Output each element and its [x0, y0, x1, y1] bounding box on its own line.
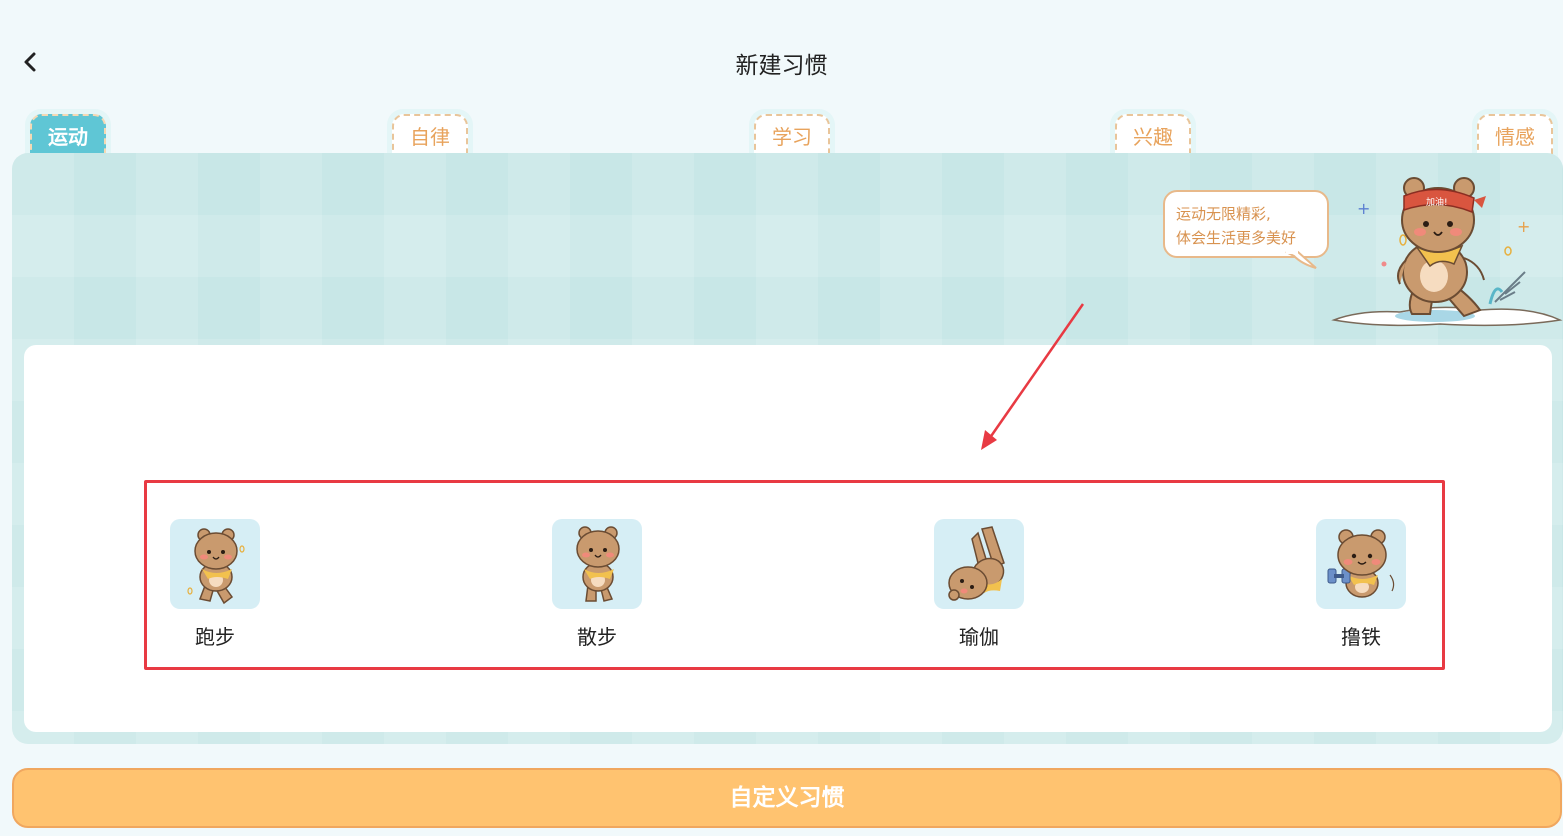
page-title: 新建习惯	[735, 53, 828, 79]
habit-item-running[interactable]: 跑步	[170, 519, 260, 650]
bear-walking-icon	[576, 526, 620, 602]
habit-icon-container	[170, 519, 260, 609]
highlight-box	[144, 480, 1445, 670]
habit-item-walking[interactable]: 散步	[552, 519, 642, 650]
speech-bubble: 运动无限精彩, 体会生活更多美好	[1163, 190, 1329, 258]
habit-label: 撸铁	[1341, 625, 1381, 649]
headband-text: 加油!	[1426, 196, 1448, 208]
bubble-text-line1: 运动无限精彩,	[1176, 205, 1271, 223]
habit-label: 散步	[577, 625, 617, 649]
bubble-text-line2: 体会生活更多美好	[1176, 229, 1297, 247]
bear-dumbbell-icon	[1327, 529, 1395, 598]
habit-item-weightlifting[interactable]: 撸铁	[1316, 519, 1406, 650]
habit-item-yoga[interactable]: 瑜伽	[934, 519, 1024, 650]
bear-running-icon	[187, 528, 245, 605]
habit-icon-container	[552, 519, 642, 609]
bear-yoga-icon	[948, 526, 1005, 601]
svg-text:+: +	[1517, 217, 1530, 236]
habit-label: 跑步	[195, 625, 235, 649]
habit-label: 瑜伽	[959, 625, 999, 649]
custom-habit-button[interactable]: 自定义习惯	[12, 768, 1562, 828]
bubble-tail-icon	[1285, 250, 1317, 269]
annotation-arrow-icon	[981, 303, 1085, 450]
svg-text:+: +	[1357, 199, 1370, 218]
habit-icon-container	[934, 519, 1024, 609]
habit-icon-container	[1316, 519, 1406, 609]
top-bar: 新建习惯	[0, 0, 1563, 110]
mascot-bear-icon: + + 加油!	[1331, 177, 1563, 327]
